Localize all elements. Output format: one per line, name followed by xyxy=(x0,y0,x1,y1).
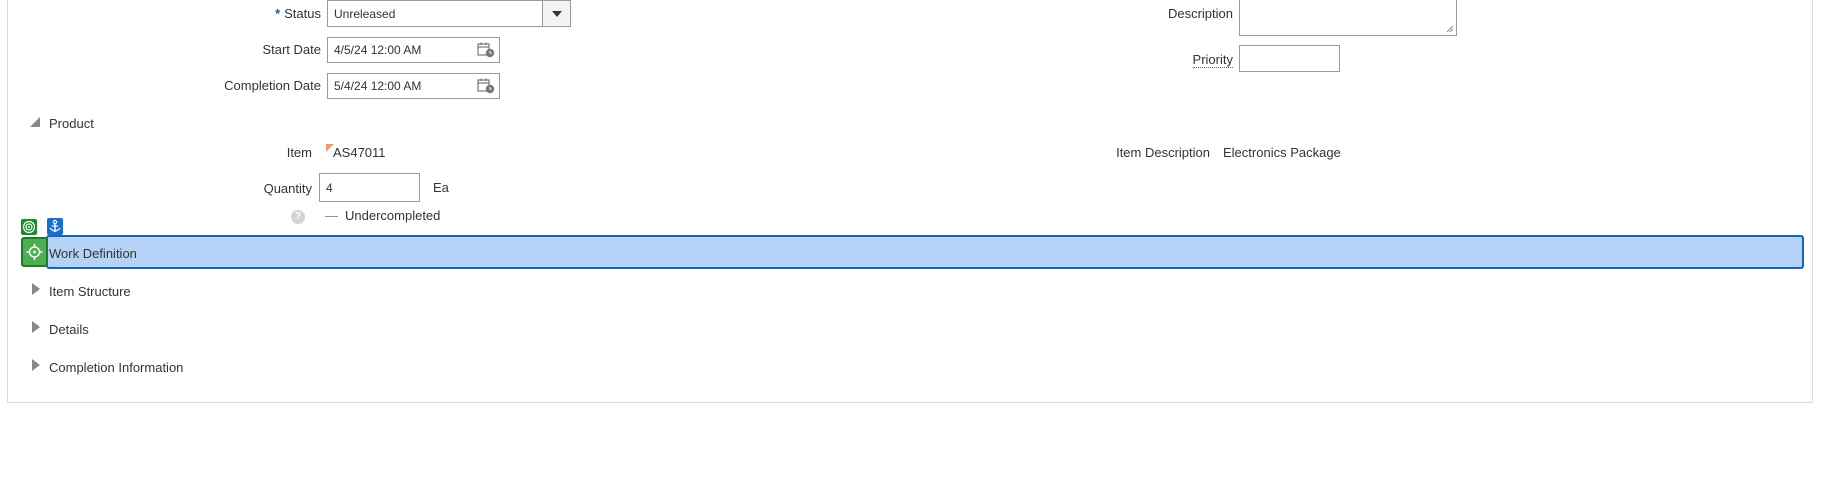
calendar-icon[interactable] xyxy=(477,42,495,58)
status-label: * Status xyxy=(275,6,321,21)
priority-label: Priority xyxy=(1192,52,1233,68)
status-select[interactable]: Unreleased xyxy=(327,0,571,27)
start-date-value: 4/5/24 12:00 AM xyxy=(334,43,422,57)
help-icon[interactable]: ? xyxy=(291,210,305,224)
target-badge[interactable] xyxy=(21,219,37,235)
status-select-value: Unreleased xyxy=(334,6,396,21)
anchor-icon xyxy=(49,219,61,232)
status-dropdown-button[interactable] xyxy=(542,1,570,26)
expand-triangle-icon[interactable] xyxy=(32,359,40,371)
anchor-badge[interactable] xyxy=(47,218,63,235)
start-date-label: Start Date xyxy=(262,42,321,57)
chevron-down-icon xyxy=(551,10,562,17)
completion-status-text: Undercompleted xyxy=(345,208,441,223)
completion-date-value: 5/4/24 12:00 AM xyxy=(334,79,422,93)
product-section-title[interactable]: Product xyxy=(49,116,94,131)
work-definition-section-title[interactable]: Work Definition xyxy=(49,246,137,261)
target-icon xyxy=(22,220,36,234)
status-dash: — xyxy=(325,208,338,223)
item-description-label: Item Description xyxy=(1116,145,1210,160)
crosshair-badge[interactable] xyxy=(21,237,48,267)
calendar-icon[interactable] xyxy=(477,78,495,94)
item-description-value: Electronics Package xyxy=(1223,145,1341,160)
work-definition-highlight[interactable] xyxy=(46,235,1804,269)
quantity-label: Quantity xyxy=(263,181,312,196)
expand-triangle-icon[interactable] xyxy=(32,283,40,295)
description-label: Description xyxy=(1167,6,1233,21)
crosshair-icon xyxy=(26,244,43,260)
collapse-triangle-icon[interactable] xyxy=(30,117,40,127)
item-value: AS47011 xyxy=(333,145,386,160)
form-panel xyxy=(7,0,1813,403)
item-structure-section-title[interactable]: Item Structure xyxy=(49,284,131,299)
start-date-field[interactable]: 4/5/24 12:00 AM xyxy=(327,37,500,63)
required-mark: * xyxy=(275,6,281,21)
uom-label: Ea xyxy=(433,180,449,195)
quantity-field[interactable]: 4 xyxy=(319,173,420,202)
completion-date-label: Completion Date xyxy=(224,78,321,93)
item-label: Item xyxy=(286,145,312,160)
expand-triangle-icon[interactable] xyxy=(32,321,40,333)
priority-field[interactable] xyxy=(1239,45,1340,72)
details-section-title[interactable]: Details xyxy=(49,322,89,337)
description-textarea[interactable] xyxy=(1239,0,1457,36)
resize-handle-icon[interactable] xyxy=(1446,25,1454,33)
completion-date-field[interactable]: 5/4/24 12:00 AM xyxy=(327,73,500,99)
completion-information-section-title[interactable]: Completion Information xyxy=(49,360,183,375)
